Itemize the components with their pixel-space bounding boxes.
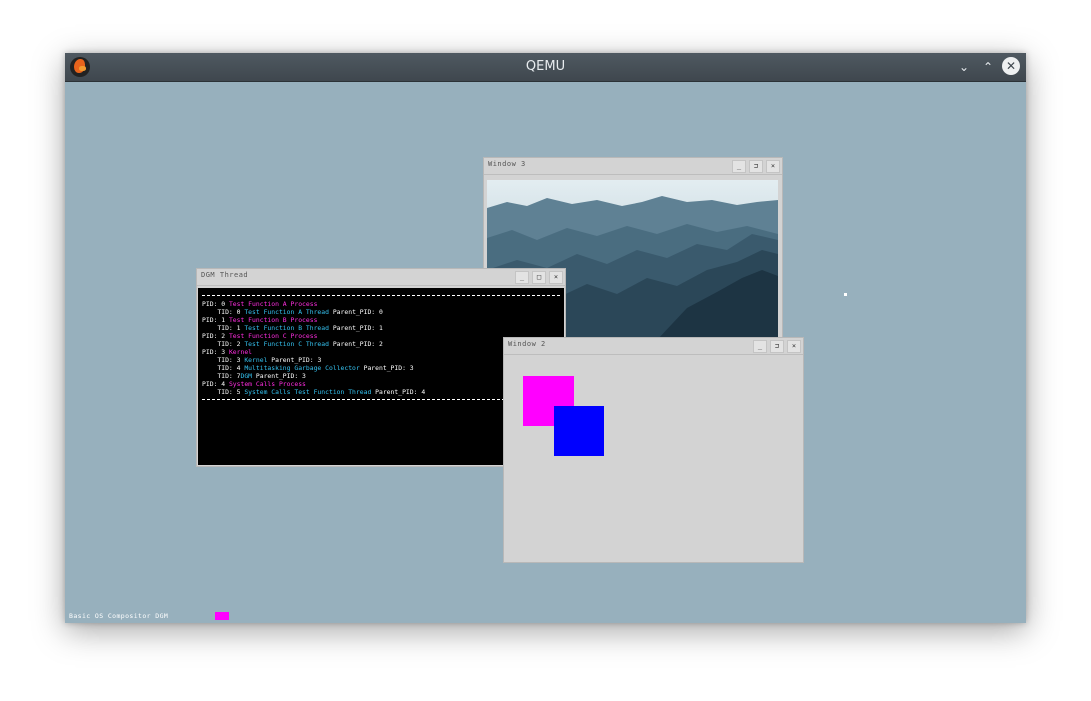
terminal-text: Test Function B Process xyxy=(228,316,318,324)
terminal-line: TID: 1 Test Function B Thread Parent_PID… xyxy=(202,324,383,332)
terminal-text: Parent_PID: 1 xyxy=(328,324,383,332)
guest-desktop[interactable]: Window 3 _ ⊐ × DGM Thread _ □ × PID: 0 T… xyxy=(65,82,1026,623)
terminal-line: TID: 7DGM Parent_PID: 3 xyxy=(202,372,306,380)
terminal-line: PID: 2 Test Function C Process xyxy=(202,332,317,340)
terminal-line: TID: 2 Test Function C Thread Parent_PID… xyxy=(202,340,383,348)
mouse-cursor xyxy=(844,293,847,296)
terminal-text: Kernel xyxy=(228,348,253,356)
terminal-line: TID: 0 Test Function A Thread Parent_PID… xyxy=(202,308,383,316)
terminal-text: Parent_PID: 3 xyxy=(359,364,414,372)
dgm-thread-maximize-button[interactable]: □ xyxy=(532,271,546,284)
terminal-text: Kernel xyxy=(244,356,268,364)
terminal-text: System Calls Process xyxy=(228,380,306,388)
close-button[interactable]: ✕ xyxy=(1002,57,1020,75)
compositor-label: Basic OS Compositor DGM xyxy=(69,612,169,620)
taskbar-color-indicator[interactable] xyxy=(215,612,229,620)
terminal-line: PID: 3 Kernel xyxy=(202,348,252,356)
terminal-text: Parent_PID: 0 xyxy=(328,308,383,316)
terminal-text: PID: 3 xyxy=(202,348,229,356)
window-3-minimize-button[interactable]: _ xyxy=(732,160,746,173)
terminal-text: Parent_PID: 3 xyxy=(267,356,322,364)
terminal-text: TID: 3 xyxy=(202,356,245,364)
terminal-line: TID: 5 System Calls Test Function Thread… xyxy=(202,388,425,396)
window-2-canvas xyxy=(504,355,803,562)
terminal-text: System Calls Test Function Thread xyxy=(244,388,372,396)
window-3-titlebar[interactable]: Window 3 _ ⊐ × xyxy=(484,158,782,175)
terminal-line: TID: 4 Multitasking Garbage Collector Pa… xyxy=(202,364,414,372)
terminal-text: PID: 1 xyxy=(202,316,229,324)
minimize-button[interactable]: ⌄ xyxy=(955,58,973,76)
terminal-text: TID: 4 xyxy=(202,364,245,372)
terminal-text: Parent_PID: 2 xyxy=(328,340,383,348)
terminal-text: Test Function B Thread xyxy=(244,324,329,332)
terminal-line: PID: 0 Test Function A Process xyxy=(202,300,317,308)
terminal-text: Parent_PID: 4 xyxy=(371,388,426,396)
window-titlebar[interactable]: QEMU ⌄ ⌃ ✕ xyxy=(65,53,1026,82)
terminal-text: Test Function C Thread xyxy=(244,340,329,348)
window-2-title: Window 2 xyxy=(508,340,546,348)
window-2-minimize-button[interactable]: _ xyxy=(753,340,767,353)
dgm-thread-close-button[interactable]: × xyxy=(549,271,563,284)
window-2-titlebar[interactable]: Window 2 _ ⊐ × xyxy=(504,338,803,355)
terminal-text: DGM xyxy=(240,372,253,380)
window-3-title: Window 3 xyxy=(488,160,526,168)
blue-square xyxy=(554,406,604,456)
dgm-thread-minimize-button[interactable]: _ xyxy=(515,271,529,284)
window-2-close-button[interactable]: × xyxy=(787,340,801,353)
terminal-text: Parent_PID: 3 xyxy=(252,372,306,380)
window-3-close-button[interactable]: × xyxy=(766,160,780,173)
terminal-line: PID: 4 System Calls Process xyxy=(202,380,306,388)
terminal-text: TID: 2 xyxy=(202,340,245,348)
terminal-text: TID: 1 xyxy=(202,324,245,332)
terminal-text: Test Function A Thread xyxy=(244,308,329,316)
window-title: QEMU xyxy=(525,59,566,74)
terminal-line: TID: 3 Kernel Parent_PID: 3 xyxy=(202,356,321,364)
maximize-button[interactable]: ⌃ xyxy=(979,58,997,76)
terminal-text: TID: 5 xyxy=(202,388,245,396)
dgm-thread-titlebar[interactable]: DGM Thread _ □ × xyxy=(197,269,565,286)
terminal-text: PID: 2 xyxy=(202,332,229,340)
terminal-text: Test Function C Process xyxy=(228,332,318,340)
qemu-window: QEMU ⌄ ⌃ ✕ Window 3 _ ⊐ × DGM Thread _ □… xyxy=(65,53,1026,623)
terminal-text: TID: 0 xyxy=(202,308,245,316)
terminal-text: Test Function A Process xyxy=(228,300,318,308)
dgm-thread-title: DGM Thread xyxy=(201,271,249,279)
window-2-maximize-button[interactable]: ⊐ xyxy=(770,340,784,353)
window-2[interactable]: Window 2 _ ⊐ × xyxy=(503,337,804,563)
terminal-text: PID: 0 xyxy=(202,300,229,308)
terminal-text: TID: 7 xyxy=(202,372,241,380)
terminal-line: PID: 1 Test Function B Process xyxy=(202,316,317,324)
window-3-maximize-button[interactable]: ⊐ xyxy=(749,160,763,173)
separator-line xyxy=(202,295,560,296)
terminal-text: PID: 4 xyxy=(202,380,229,388)
terminal-text: Multitasking Garbage Collector xyxy=(244,364,360,372)
